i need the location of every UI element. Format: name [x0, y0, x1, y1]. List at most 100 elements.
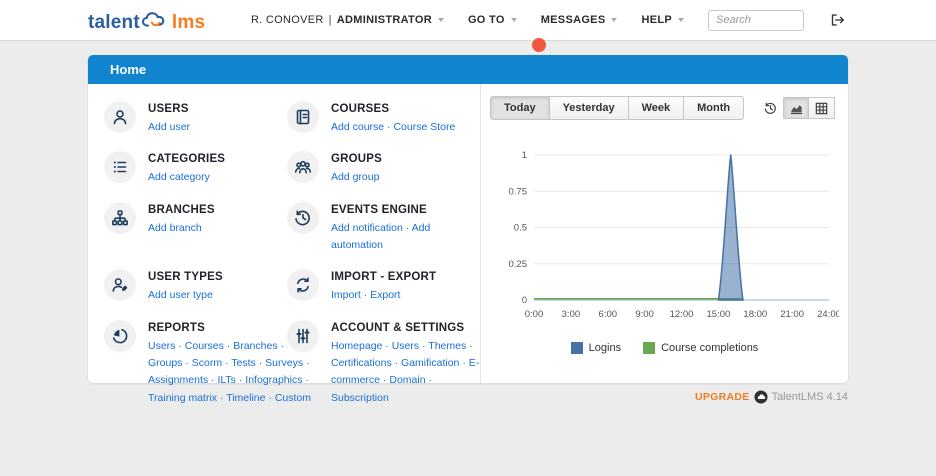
svg-text:0.25: 0.25 — [509, 259, 528, 270]
chevron-down-icon — [438, 18, 444, 22]
svg-text:0.75: 0.75 — [509, 186, 528, 197]
menu-item-import-export[interactable]: IMPORT - EXPORT ImportExport — [287, 269, 467, 304]
settings-sliders-icon — [287, 320, 319, 352]
menu-link[interactable]: Themes — [428, 340, 472, 352]
courses-book-icon — [287, 101, 319, 133]
footer: UPGRADE TalentLMS 4.14 — [88, 390, 848, 404]
reports-pie-icon — [104, 320, 136, 352]
groups-people-icon — [287, 151, 319, 183]
menu-link[interactable]: Course Store — [393, 121, 455, 133]
menu-item-branches[interactable]: BRANCHES Add branch — [104, 202, 287, 255]
upgrade-link[interactable]: UPGRADE — [695, 391, 750, 403]
user-role: ADMINISTRATOR — [337, 14, 432, 26]
svg-text:12:00: 12:00 — [670, 309, 694, 320]
menu-link[interactable]: Certifications — [331, 357, 401, 369]
menu-link[interactable]: Groups — [148, 357, 192, 369]
categories-list-icon — [104, 151, 136, 183]
user-account-menu[interactable]: R. CONOVER | ADMINISTRATOR — [251, 14, 444, 26]
cloud-logo-icon — [141, 7, 171, 33]
menu-link[interactable]: Add course — [331, 121, 393, 133]
menu-item-groups[interactable]: GROUPS Add group — [287, 151, 467, 186]
logo-text-talent: talent — [88, 12, 140, 34]
menu-link[interactable]: Add branch — [148, 222, 202, 234]
menu-title[interactable]: CATEGORIES — [148, 153, 280, 165]
menu-link[interactable]: Branches — [233, 340, 284, 352]
branches-tree-icon — [104, 202, 136, 234]
events-history-icon — [287, 202, 319, 234]
cursor-dot — [532, 38, 546, 52]
menu-title[interactable]: ACCOUNT & SETTINGS — [331, 322, 481, 334]
tab-yesterday[interactable]: Yesterday — [550, 96, 629, 120]
menu-link[interactable]: Tests — [231, 357, 265, 369]
menu-link[interactable]: Add notification — [331, 222, 412, 234]
menu-link[interactable]: Import — [331, 289, 370, 301]
messages-menu[interactable]: MESSAGES — [541, 14, 618, 26]
user-name: R. CONOVER — [251, 14, 324, 26]
chart-legend: Logins Course completions — [481, 342, 848, 354]
legend-label: Course completions — [661, 342, 758, 354]
chart-view-switcher — [757, 97, 835, 119]
tab-week[interactable]: Week — [629, 96, 685, 120]
logins-area-chart: 1 0.75 0.5 0.25 0 0:00 3:00 6:00 9:00 12… — [489, 140, 839, 332]
menu-link[interactable]: Homepage — [331, 340, 392, 352]
menu-title[interactable]: EVENTS ENGINE — [331, 204, 481, 216]
logout-button[interactable] — [828, 11, 846, 29]
menu-link[interactable]: Assignments — [148, 374, 217, 386]
history-icon[interactable] — [757, 97, 783, 119]
help-menu[interactable]: HELP — [641, 14, 684, 26]
menu-title[interactable]: COURSES — [331, 103, 463, 115]
menu-item-categories[interactable]: CATEGORIES Add category — [104, 151, 287, 186]
messages-label: MESSAGES — [541, 14, 606, 26]
menu-link[interactable]: Add group — [331, 171, 379, 183]
menu-link[interactable]: Domain — [389, 374, 432, 386]
menu-link[interactable]: ILTs — [217, 374, 245, 386]
talentlms-logo[interactable]: talent lms — [88, 7, 205, 34]
goto-menu[interactable]: GO TO — [468, 14, 517, 26]
tab-today[interactable]: Today — [490, 96, 550, 120]
menu-title[interactable]: BRANCHES — [148, 204, 280, 216]
svg-text:18:00: 18:00 — [743, 309, 767, 320]
chevron-down-icon — [511, 18, 517, 22]
menu-link[interactable]: Export — [370, 289, 400, 301]
svg-text:15:00: 15:00 — [707, 309, 731, 320]
menu-link[interactable]: Courses — [185, 340, 233, 352]
tab-month[interactable]: Month — [684, 96, 744, 120]
menu-link[interactable]: Scorm — [192, 357, 232, 369]
admin-menu: USERS Add user COURSES Add courseCourse … — [88, 84, 481, 383]
logins-swatch — [571, 342, 583, 354]
menu-item-courses[interactable]: COURSES Add courseCourse Store — [287, 101, 467, 136]
menu-item-user-types[interactable]: USER TYPES Add user type — [104, 269, 287, 304]
menu-link[interactable]: Add category — [148, 171, 210, 183]
table-icon[interactable] — [809, 97, 835, 119]
svg-text:0:00: 0:00 — [525, 309, 544, 320]
menu-title[interactable]: IMPORT - EXPORT — [331, 271, 481, 283]
svg-text:9:00: 9:00 — [635, 309, 654, 320]
menu-link[interactable]: Add user type — [148, 289, 213, 301]
menu-link[interactable]: Add user — [148, 121, 190, 133]
svg-text:1: 1 — [522, 150, 527, 161]
menu-link[interactable]: Users — [148, 340, 185, 352]
logo-text-lms: lms — [172, 12, 205, 34]
menu-item-events-engine[interactable]: EVENTS ENGINE Add notificationAdd automa… — [287, 202, 467, 255]
menu-title[interactable]: USERS — [148, 103, 280, 115]
svg-text:6:00: 6:00 — [599, 309, 618, 320]
top-nav: R. CONOVER | ADMINISTRATOR GO TO MESSAGE… — [251, 10, 846, 31]
menu-link[interactable]: Users — [392, 340, 429, 352]
menu-title[interactable]: GROUPS — [331, 153, 463, 165]
legend-logins[interactable]: Logins — [571, 342, 621, 354]
period-tabs: Today Yesterday Week Month — [490, 96, 744, 120]
top-header: talent lms R. CONOVER | ADMINISTRATOR GO… — [0, 0, 936, 41]
users-icon — [104, 101, 136, 133]
activity-chart-panel: Today Yesterday Week Month — [481, 84, 848, 383]
area-chart-icon[interactable] — [783, 97, 809, 119]
user-role-separator: | — [324, 14, 337, 26]
page-title: Home — [88, 55, 848, 84]
menu-item-users[interactable]: USERS Add user — [104, 101, 287, 136]
legend-course-completions[interactable]: Course completions — [643, 342, 758, 354]
search-input[interactable] — [708, 10, 804, 31]
completions-swatch — [643, 342, 655, 354]
menu-title[interactable]: USER TYPES — [148, 271, 280, 283]
import-export-sync-icon — [287, 269, 319, 301]
goto-label: GO TO — [468, 14, 505, 26]
menu-link[interactable]: Gamification — [401, 357, 469, 369]
